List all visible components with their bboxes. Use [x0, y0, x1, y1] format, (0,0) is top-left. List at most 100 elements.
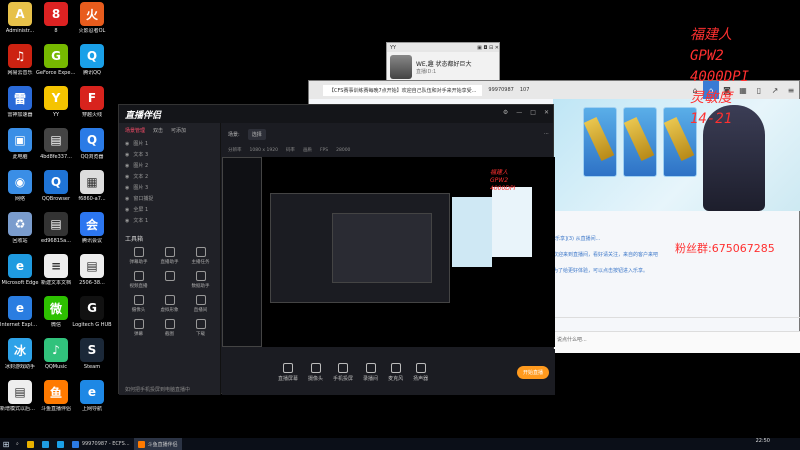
taskbar-explorer-icon[interactable]: [23, 438, 38, 450]
browser-tab[interactable]: 【CFS赛事训练赛每晚7点开始】欢迎自己队伍和对手来开始享受...: [323, 84, 483, 96]
eye-icon[interactable]: ◉: [125, 163, 129, 169]
quality-label: 画质: [302, 148, 312, 153]
menu-icon[interactable]: ≡: [783, 81, 799, 99]
desktop-icon[interactable]: ▤ 4bd8fe337...: [36, 128, 76, 160]
tool-item[interactable]: 摄像头: [123, 295, 154, 313]
tool-item[interactable]: 主播任务: [185, 247, 216, 265]
desktop-icon[interactable]: ▦ f6860-a7...: [72, 170, 112, 202]
desktop-icon[interactable]: 雷雷神加速器: [0, 86, 40, 118]
source-item[interactable]: ◉ 图片 3: [119, 182, 220, 193]
desktop-icon[interactable]: 88: [36, 2, 76, 34]
bottom-tool-button[interactable]: 手机投屏: [333, 362, 353, 382]
desktop-icon[interactable]: Y YY: [36, 86, 76, 118]
desktop-icon[interactable]: G GeForce Experience: [36, 44, 76, 76]
start-icon[interactable]: ⊞: [0, 438, 12, 450]
clock[interactable]: 22:50: [756, 439, 770, 444]
bottom-tool-button[interactable]: 录播间: [363, 362, 378, 382]
desktop-icon[interactable]: Q QQ浏览器: [72, 128, 112, 160]
desktop-icon[interactable]: A Administr...: [0, 2, 40, 34]
desktop-icon[interactable]: ▤ 2506-38...: [72, 254, 112, 286]
source-item[interactable]: ◉ 全屏 1: [119, 204, 220, 215]
desktop-icon[interactable]: ♻ 回收站: [0, 212, 40, 244]
desktop-icon[interactable]: e 上网导航: [72, 380, 112, 412]
maximize-icon[interactable]: □: [530, 109, 536, 116]
desktop-icon[interactable]: ♫ 网易云音乐: [0, 44, 40, 76]
taskbar: ⊞ ⌕ 99970987 - ECFS... 斗鱼直播伴侣 22:50: [0, 438, 800, 450]
source-item[interactable]: ◉ 文本 3: [119, 149, 220, 160]
tool-item[interactable]: 视频直播: [123, 271, 154, 289]
start-live-button[interactable]: 开始直播: [516, 366, 549, 379]
tool-item[interactable]: [154, 271, 185, 289]
eye-icon[interactable]: ◉: [125, 218, 129, 224]
desktop-icon[interactable]: e Internet Explorer: [0, 296, 40, 328]
minimize-icon[interactable]: —: [516, 109, 522, 116]
projection-tip[interactable]: 如何把手机投屏到电脑直播中: [125, 386, 190, 393]
tool-item[interactable]: 直播助手: [154, 247, 185, 265]
phone-icon[interactable]: ▯: [751, 81, 767, 99]
desktop-icon[interactable]: Q QQBrowser: [36, 170, 76, 202]
desktop-icon[interactable]: ▤ 新增模式以后更稳定: [0, 380, 40, 412]
tab-scene[interactable]: 场景管理: [125, 127, 145, 134]
chat-input[interactable]: 说点什么吧...: [553, 331, 800, 353]
tool-item[interactable]: 虚拟形象: [154, 295, 185, 313]
bottom-tool-button[interactable]: 摄像头: [308, 362, 323, 382]
tool-item[interactable]: 直播间: [185, 295, 216, 313]
desktop-icon-label: 4bd8fe337...: [40, 154, 72, 160]
desktop-icon[interactable]: ▣ 此电脑: [0, 128, 40, 160]
resolution-label[interactable]: 分辨率: [228, 147, 242, 153]
desktop-icon[interactable]: ▤ ed96815a...: [36, 212, 76, 244]
eye-icon[interactable]: ◉: [125, 196, 129, 202]
tool-icon: [164, 247, 175, 257]
tool-item[interactable]: 弹幕助手: [123, 247, 154, 265]
tab-add[interactable]: 可添加: [171, 127, 186, 134]
desktop-icon[interactable]: 鱼斗鱼直播伴侣: [36, 380, 76, 412]
taskbar-qq-icon[interactable]: [53, 438, 68, 450]
desktop-icon[interactable]: e Microsoft Edge: [0, 254, 40, 286]
taskbar-edge-icon[interactable]: [38, 438, 53, 450]
eye-icon[interactable]: ◉: [125, 141, 129, 147]
bottom-tool-button[interactable]: 麦克风: [388, 362, 403, 382]
tool-item[interactable]: 截图: [154, 319, 185, 337]
desktop-icon[interactable]: Q 腾讯QQ: [72, 44, 112, 76]
desktop-icon[interactable]: S Steam: [72, 338, 112, 370]
eye-icon[interactable]: ◉: [125, 174, 129, 180]
desktop-icon[interactable]: 火火影忍者OL: [72, 2, 112, 34]
taskbar-browser-item[interactable]: 99970987 - ECFS...: [68, 438, 134, 450]
source-item[interactable]: ◉ 图片 2: [119, 160, 220, 171]
tool-item[interactable]: 弹幕: [123, 319, 154, 337]
notification-popup[interactable]: YY ▣ ◘ ⊟ ✕ WE,趣 状态都好巨大 直播ID:1: [386, 42, 500, 85]
bottom-tool-icon: [415, 362, 426, 373]
bottom-tool-button[interactable]: 直播屏幕: [278, 362, 298, 382]
share-icon[interactable]: ↗: [767, 81, 783, 99]
eye-icon[interactable]: ◉: [125, 207, 129, 213]
eye-icon[interactable]: ◉: [125, 152, 129, 158]
desktop-icon[interactable]: F 穿越火线: [72, 86, 112, 118]
app-icon: ♫: [8, 44, 32, 68]
source-item[interactable]: ◉ 窗口捕捉: [119, 193, 220, 204]
streaming-app-window[interactable]: 直播伴侣 ⚙ — □ ✕ 场景管理 双击 可添加 ◉ 图片 1 ◉ 文本 3 ◉ 图片 2…: [118, 104, 555, 395]
desktop-icon[interactable]: 会腾讯会议: [72, 212, 112, 244]
taskbar-streamer-item[interactable]: 斗鱼直播伴侣: [133, 438, 182, 450]
settings-icon[interactable]: ⚙: [503, 109, 508, 116]
source-item[interactable]: ◉ 图片 1: [119, 138, 220, 149]
desktop-icon[interactable]: ≡ 新建文本文档: [36, 254, 76, 286]
desktop-icon[interactable]: 冰冰封游戏助手: [0, 338, 40, 370]
bottom-tool-button[interactable]: 扬声器: [413, 362, 428, 382]
desktop-icon[interactable]: 微微信: [36, 296, 76, 328]
scene-select[interactable]: 选择: [247, 128, 266, 140]
tool-item[interactable]: 数据助手: [185, 271, 216, 289]
desktop-icon[interactable]: ♪ QQMusic: [36, 338, 76, 370]
tab-double[interactable]: 双击: [153, 127, 163, 134]
desktop-icon[interactable]: G Logitech G HUB: [72, 296, 112, 328]
preview-canvas[interactable]: 福建人 GPW2 4000DPI: [222, 157, 555, 347]
taskbar-search-icon[interactable]: ⌕: [12, 438, 23, 450]
more-icon[interactable]: ⋯: [544, 131, 549, 137]
popup-controls[interactable]: ▣ ◘ ⊟ ✕: [477, 45, 499, 51]
tool-item[interactable]: 下载: [185, 319, 216, 337]
source-label: 窗口捕捉: [133, 196, 154, 202]
source-item[interactable]: ◉ 文本 1: [119, 215, 220, 226]
source-item[interactable]: ◉ 文本 2: [119, 171, 220, 182]
eye-icon[interactable]: ◉: [125, 185, 129, 191]
desktop-icon[interactable]: ◉ 网络: [0, 170, 40, 202]
close-icon[interactable]: ✕: [544, 109, 549, 116]
